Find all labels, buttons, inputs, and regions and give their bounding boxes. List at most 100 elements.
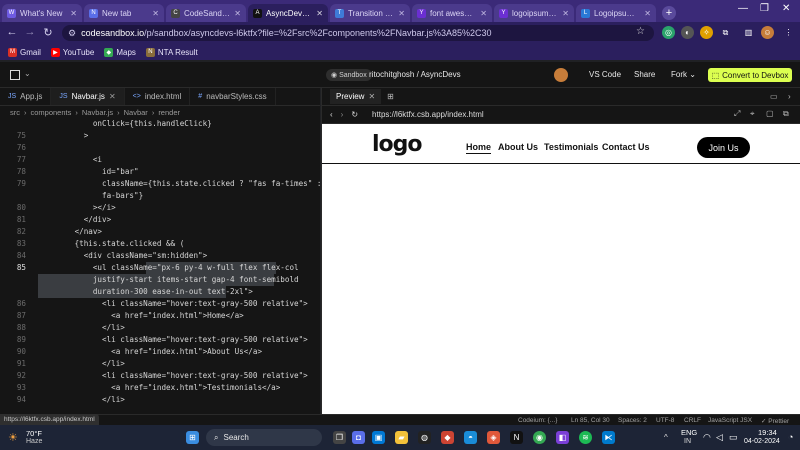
weather-temp[interactable]: 70°F: [26, 429, 42, 438]
status-spaces[interactable]: Spaces: 2: [618, 417, 647, 424]
browser-tab[interactable]: C CodeSandbox: Ins✕: [166, 4, 246, 22]
chevron-down-icon[interactable]: ⌄: [24, 69, 31, 78]
browser-tab[interactable]: Ylogoipsum - Yaho ✕: [494, 4, 574, 22]
onenote-icon[interactable]: ◧: [556, 431, 569, 444]
code-line[interactable]: ></i>: [38, 202, 116, 214]
dell-icon[interactable]: ◍: [418, 431, 431, 444]
chevron-up-icon[interactable]: ^: [664, 433, 668, 442]
site-logo[interactable]: logo: [372, 132, 423, 157]
browser-tab[interactable]: W What's New ✕: [2, 4, 82, 22]
share-button[interactable]: Share: [634, 70, 655, 79]
address-bar[interactable]: ⚙ codesandbox.io/p/sandbox/asyncdevs-l6k…: [62, 25, 654, 41]
code-line[interactable]: <li className="hover:text-gray-500 relat…: [38, 334, 308, 346]
breadcrumb-item[interactable]: render: [158, 108, 180, 117]
profile-avatar[interactable]: ☺: [761, 26, 774, 39]
weather-icon[interactable]: ☀: [8, 431, 18, 444]
preview-tab[interactable]: Preview ✕: [330, 89, 382, 104]
editor-tab[interactable]: <> index.html: [125, 88, 191, 105]
code-line[interactable]: <li className="hover:text-gray-500 relat…: [38, 370, 308, 382]
brave-icon[interactable]: ◈: [487, 431, 500, 444]
breadcrumb-item[interactable]: src: [10, 108, 20, 117]
code-line[interactable]: className={this.state.clicked ? "fas fa-…: [38, 178, 344, 190]
browser-tab[interactable]: N New tab ✕: [84, 4, 164, 22]
code-line[interactable]: onClick={this.handleClick}: [38, 118, 212, 130]
editor-tab[interactable]: JS Navbar.js ✕: [51, 88, 125, 105]
code-line[interactable]: </li>: [38, 394, 125, 406]
breadcrumb-item[interactable]: Navbar: [124, 108, 148, 117]
status-language[interactable]: JavaScript JSX: [708, 417, 752, 424]
code-line[interactable]: fa-bars"}: [38, 190, 143, 202]
code-line[interactable]: <a href="index.html">Home</a>: [38, 310, 244, 322]
code-line[interactable]: </li>: [38, 358, 125, 370]
wifi-icon[interactable]: ◠: [703, 432, 711, 443]
notifications-icon[interactable]: ◔: [788, 432, 793, 442]
inspect-icon[interactable]: ⤢: [734, 109, 740, 119]
status-position[interactable]: Ln 85, Col 30: [571, 417, 610, 424]
bookmark-star-icon[interactable]: ☆: [636, 26, 645, 37]
photos-icon[interactable]: ▣: [372, 431, 385, 444]
code-line[interactable]: justify-start items-start gap-4 font-sem…: [38, 274, 299, 286]
fork-button[interactable]: Fork ⌄: [671, 70, 696, 79]
editor-tab[interactable]: JS App.js: [0, 88, 52, 105]
breadcrumb-item[interactable]: components: [31, 108, 72, 117]
new-tab-button[interactable]: +: [662, 6, 676, 20]
nav-link-contact[interactable]: Contact Us: [602, 142, 650, 152]
code-line[interactable]: >: [38, 130, 89, 142]
preview-forward-icon[interactable]: ›: [341, 110, 344, 119]
input-language[interactable]: ENG: [681, 428, 697, 437]
code-line[interactable]: </li>: [38, 322, 125, 334]
more-menu-icon[interactable]: ⋮: [782, 26, 795, 39]
nav-link-home[interactable]: Home: [466, 142, 492, 154]
convert-to-devbox-button[interactable]: ⬚ Convert to Devbox: [708, 68, 792, 82]
code-line[interactable]: {this.state.clicked && (: [38, 238, 185, 250]
teams-icon[interactable]: ◘: [352, 431, 365, 444]
open-new-window-icon[interactable]: ⧉: [783, 109, 789, 119]
forward-icon[interactable]: →: [22, 26, 38, 38]
bookmark-item[interactable]: M Gmail: [8, 47, 41, 57]
start-icon[interactable]: ⊞: [186, 431, 199, 444]
status-encoding[interactable]: UTF-8: [656, 417, 674, 424]
bookmark-item[interactable]: N NTA Result: [145, 47, 198, 57]
browser-tab[interactable]: Yfont awesome cro ✕: [412, 4, 492, 22]
close-icon[interactable]: ✕: [109, 92, 116, 101]
avatar[interactable]: [554, 68, 568, 82]
maximize-icon[interactable]: ❐: [760, 3, 769, 14]
code-line[interactable]: <i: [38, 154, 102, 166]
vscode-button[interactable]: VS Code: [589, 70, 621, 79]
join-us-button[interactable]: Join Us: [697, 137, 750, 158]
extensions-puzzle-icon[interactable]: ⧉: [719, 26, 732, 39]
code-line[interactable]: <li className="hover:text-gray-500 relat…: [38, 298, 308, 310]
reload-icon[interactable]: ↻: [40, 26, 56, 39]
vscode-icon[interactable]: ⧔: [602, 431, 615, 444]
chevron-right-icon[interactable]: ›: [788, 92, 791, 101]
code-line[interactable]: id="bar": [38, 166, 139, 178]
nav-link-about[interactable]: About Us: [498, 142, 538, 152]
code-line[interactable]: </nav>: [38, 226, 102, 238]
tab-close-icon[interactable]: ✕: [316, 9, 323, 18]
site-info-icon[interactable]: ⚙: [68, 28, 76, 39]
tab-close-icon[interactable]: ✕: [644, 9, 651, 18]
close-icon[interactable]: ✕: [368, 92, 375, 101]
preview-reload-icon[interactable]: ↻: [351, 110, 358, 119]
tab-close-icon[interactable]: ✕: [234, 9, 241, 18]
editor-tab[interactable]: # navbarStyles.css: [190, 88, 276, 105]
sandbox-path[interactable]: ritochitghosh / AsyncDevs: [369, 70, 461, 79]
office-icon[interactable]: ◆: [441, 431, 454, 444]
pointer-icon[interactable]: ⌖: [750, 109, 755, 119]
status-prettier[interactable]: ✓ Prettier: [761, 417, 789, 425]
browser-tab[interactable]: A AsyncDevs - Code ✕: [248, 4, 328, 22]
codesandbox-logo-icon[interactable]: [10, 70, 20, 80]
close-window-icon[interactable]: ✕: [782, 3, 790, 14]
browser-tab[interactable]: T Transition Timing ✕: [330, 4, 410, 22]
task-view-icon[interactable]: ❐: [333, 431, 346, 444]
tab-close-icon[interactable]: ✕: [152, 9, 159, 18]
tab-close-icon[interactable]: ✕: [70, 9, 77, 18]
browser-tab[interactable]: L Logoipsum | Fre ✕: [576, 4, 656, 22]
bookmark-item[interactable]: ▶ YouTube: [50, 47, 94, 57]
edge-icon[interactable]: ◓: [464, 431, 477, 444]
battery-icon[interactable]: ▭: [729, 432, 738, 443]
code-line[interactable]: <ul className="px-6 py-4 w-full flex fle…: [38, 262, 299, 274]
tab-close-icon[interactable]: ✕: [398, 9, 405, 18]
status-codeium[interactable]: Codeium: {...}: [518, 417, 557, 424]
status-eol[interactable]: CRLF: [684, 417, 701, 424]
